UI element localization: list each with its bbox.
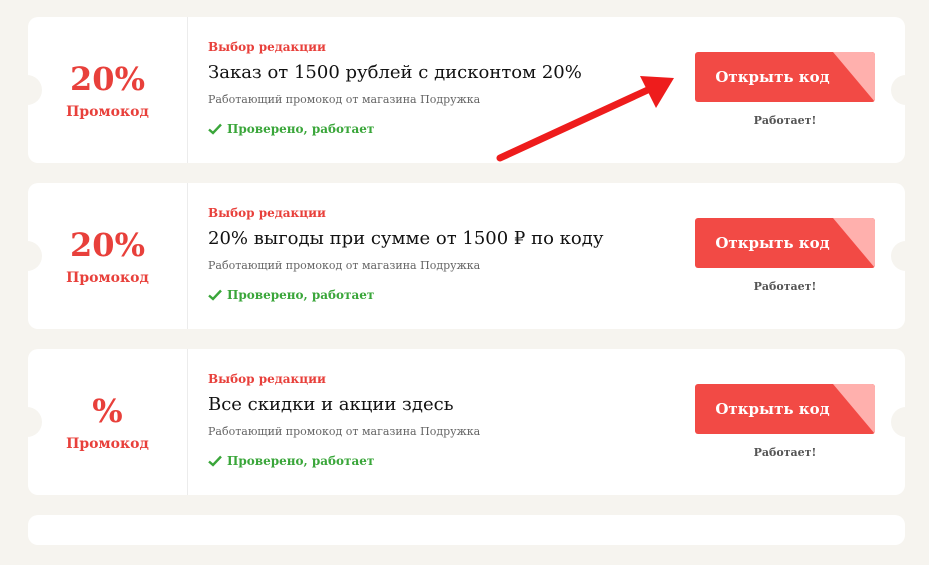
red-arrow-icon — [496, 76, 674, 162]
coupon-info: Выбор редакции Все скидки и акции здесь … — [208, 349, 678, 495]
coupon-action: Открыть код Работает! — [695, 17, 875, 163]
open-code-button-label: Открыть код — [715, 400, 830, 418]
coupon-value-block: % Промокод — [28, 349, 188, 495]
coupon-card-partial — [28, 515, 905, 545]
verified-text: Проверено, работает — [227, 122, 375, 136]
editors-choice-label: Выбор редакции — [208, 40, 326, 54]
check-icon — [208, 123, 222, 135]
coupon-title[interactable]: 20% выгоды при сумме от 1500 ₽ по коду — [208, 226, 603, 252]
ticket-notch-right — [891, 241, 921, 271]
coupon-card: 20% Промокод Выбор редакции Заказ от 150… — [12, 17, 921, 163]
check-icon — [208, 455, 222, 467]
coupon-value: 20% — [70, 60, 145, 98]
coupon-info: Выбор редакции 20% выгоды при сумме от 1… — [208, 183, 678, 329]
open-code-button[interactable]: Открыть код — [695, 218, 875, 268]
open-code-button-label: Открыть код — [715, 68, 830, 86]
coupon-description: Работающий промокод от магазина Подружка — [208, 93, 481, 106]
check-icon — [208, 289, 222, 301]
coupon-status: Работает! — [753, 446, 817, 459]
verified-status: Проверено, работает — [208, 287, 374, 303]
coupon-title[interactable]: Все скидки и акции здесь — [208, 392, 454, 418]
coupon-type-label: Промокод — [66, 270, 149, 286]
ticket-notch-right — [891, 407, 921, 437]
coupon-status: Работает! — [753, 280, 817, 293]
coupon-list: 20% Промокод Выбор редакции Заказ от 150… — [12, 17, 921, 565]
coupon-card: % Промокод Выбор редакции Все скидки и а… — [12, 349, 921, 495]
coupon-status: Работает! — [753, 114, 817, 127]
ticket-notch-right — [891, 75, 921, 105]
editors-choice-label: Выбор редакции — [208, 206, 326, 220]
coupon-type-label: Промокод — [66, 436, 149, 452]
coupon-action: Открыть код Работает! — [695, 183, 875, 329]
editors-choice-label: Выбор редакции — [208, 372, 326, 386]
coupon-value: % — [92, 392, 123, 430]
coupon-value: 20% — [70, 226, 145, 264]
open-code-button[interactable]: Открыть код — [695, 384, 875, 434]
coupon-description: Работающий промокод от магазина Подружка — [208, 259, 481, 272]
verified-status: Проверено, работает — [208, 121, 374, 137]
coupon-type-label: Промокод — [66, 104, 149, 120]
coupon-value-block: 20% Промокод — [28, 17, 188, 163]
verified-status: Проверено, работает — [208, 453, 374, 469]
coupon-description: Работающий промокод от магазина Подружка — [208, 425, 481, 438]
verified-text: Проверено, работает — [227, 288, 375, 302]
coupon-value-block: 20% Промокод — [28, 183, 188, 329]
coupon-action: Открыть код Работает! — [695, 349, 875, 495]
verified-text: Проверено, работает — [227, 454, 375, 468]
open-code-button-label: Открыть код — [715, 234, 830, 252]
coupon-card: 20% Промокод Выбор редакции 20% выгоды п… — [12, 183, 921, 329]
open-code-button[interactable]: Открыть код — [695, 52, 875, 102]
